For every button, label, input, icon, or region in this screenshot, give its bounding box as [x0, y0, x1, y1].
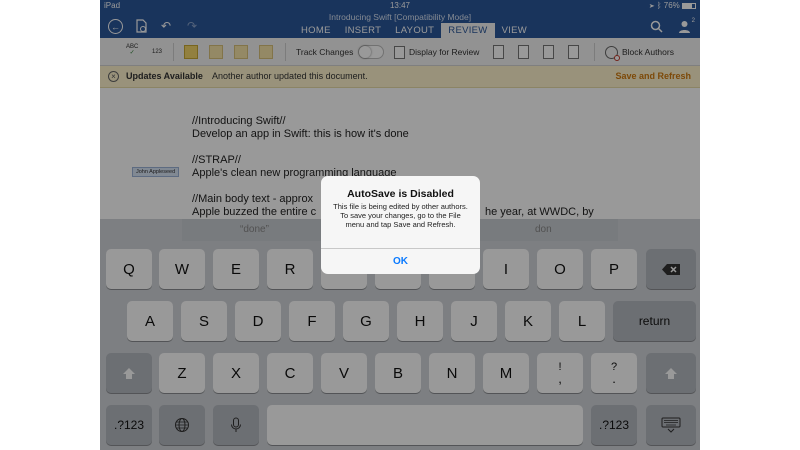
alert-title: AutoSave is Disabled	[347, 188, 454, 200]
alert-message: This file is being edited by other autho…	[333, 202, 468, 229]
ok-button[interactable]: OK	[321, 249, 480, 274]
autosave-alert-dialog: AutoSave is Disabled This file is being …	[321, 176, 480, 274]
app-window: iPad 13:47 ➤ ᛒ 76% Introducing Swift [Co…	[100, 0, 700, 450]
